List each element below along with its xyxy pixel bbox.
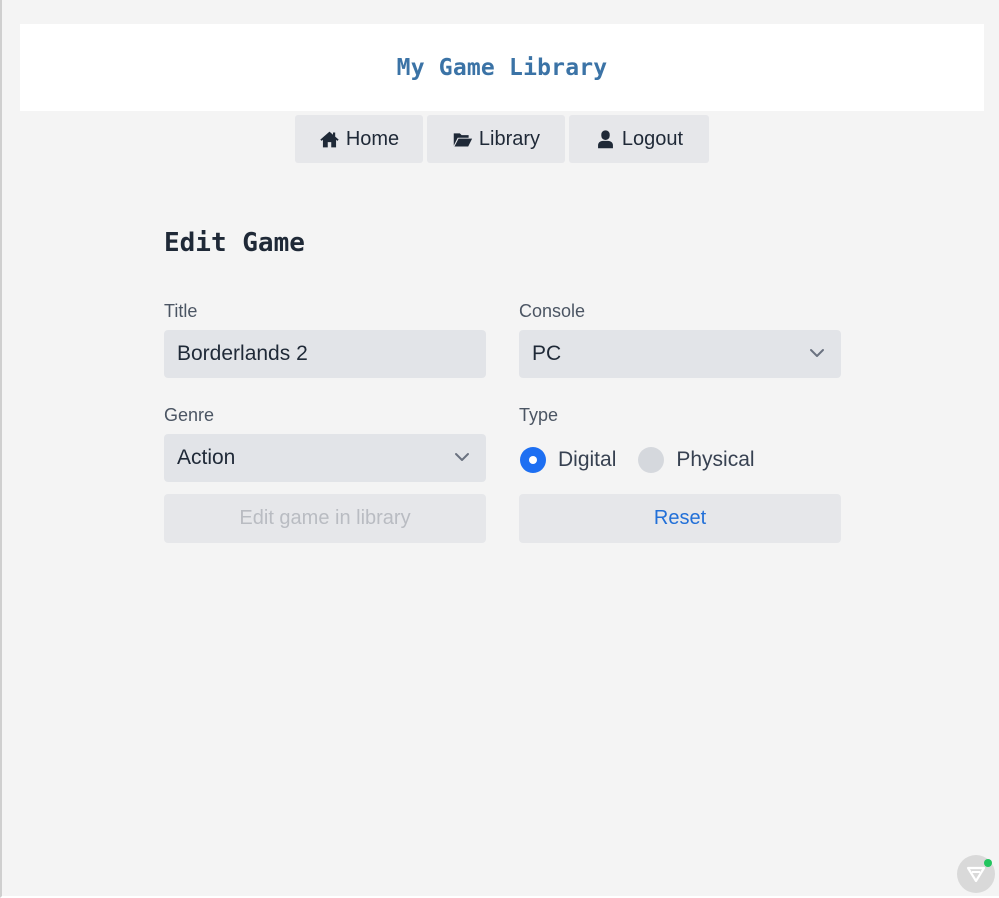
nav-logout-label: Logout [621, 127, 684, 150]
type-label: Type [519, 405, 559, 425]
online-status-dot [984, 859, 992, 867]
type-radio-group: Digital Physical [520, 446, 777, 474]
radio-digital[interactable] [520, 447, 546, 473]
chevron-down-icon [966, 866, 986, 883]
nav-library-button[interactable]: Library [427, 115, 565, 163]
user-icon [597, 129, 613, 148]
nav-logout-button[interactable]: Logout [569, 115, 709, 163]
console-label: Console [519, 301, 586, 321]
genre-label: Genre [164, 405, 215, 425]
nav-home-label: Home [345, 127, 400, 150]
console-select[interactable]: PC [519, 330, 841, 378]
folder-open-icon [453, 132, 473, 146]
main-nav: Home Library Logout [295, 115, 709, 163]
radio-digital-label[interactable]: Digital [558, 448, 616, 472]
title-label: Title [164, 301, 198, 321]
reset-button[interactable]: Reset [519, 494, 841, 543]
app-title: My Game Library [396, 54, 608, 81]
radio-physical-label[interactable]: Physical [676, 448, 754, 472]
title-input[interactable]: Borderlands 2 [164, 330, 486, 378]
radio-physical[interactable] [638, 447, 665, 473]
console-select-value: PC [532, 342, 562, 365]
page-title: Edit Game [164, 228, 305, 258]
nav-home-button[interactable]: Home [295, 115, 423, 163]
chevron-down-icon [810, 349, 824, 357]
chevron-down-icon [455, 453, 469, 461]
home-icon [320, 131, 339, 147]
title-input-value: Borderlands 2 [177, 342, 308, 365]
app-frame: My Game Library Home Library Logout Edit… [0, 0, 999, 898]
genre-select-value: Action [177, 446, 236, 469]
nav-library-label: Library [478, 127, 541, 150]
assistant-widget-button[interactable] [957, 855, 995, 893]
app-header: My Game Library [20, 24, 984, 111]
genre-select[interactable]: Action [164, 434, 486, 482]
edit-game-button[interactable]: Edit game in library [164, 494, 486, 543]
